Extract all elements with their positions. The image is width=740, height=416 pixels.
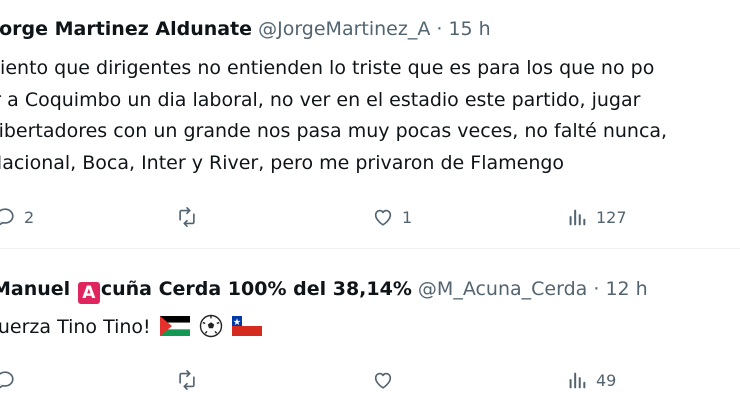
tweet-header: Jorge Martinez Aldunate @JorgeMartinez_A… [0,17,491,41]
like-button[interactable] [372,365,402,395]
tweet-text-line: Siento que dirigentes no entienden lo tr… [0,57,655,79]
handle[interactable]: @M_Acuna_Cerda [418,278,587,300]
action-bar: 2 1 127 [0,202,740,232]
views-count: 127 [596,207,627,227]
like-icon [374,372,392,389]
tweet-text-line: Libertadores con un grande nos pasa muy … [0,120,668,142]
tweet-text: Siento que dirigentes no entienden lo tr… [0,53,667,179]
reply-icon [0,208,14,226]
reply-count: 2 [24,207,35,227]
like-count: 1 [402,207,413,227]
timestamp[interactable]: 15 h [448,18,490,40]
tweet-1[interactable]: Jorge Martinez Aldunate @JorgeMartinez_A… [0,0,740,248]
display-name-part: Manuel [0,278,71,300]
tweet-text-line: Nacional, Boca, Inter y River, pero me p… [0,151,565,174]
timestamp[interactable]: 12 h [605,278,647,300]
tweet-text-line: Fuerza Tino Tino! [0,316,151,338]
views-icon [569,372,586,389]
display-name[interactable]: Manuel Acuña Cerda 100% del 38,14% [0,278,412,304]
tweet-2[interactable]: Manuel Acuña Cerda 100% del 38,14% @M_Ac… [0,249,740,416]
views-count: 49 [596,370,617,390]
views-icon [569,209,586,226]
tweet-text-line: ir a Coquimbo un dia laboral, no ver en … [0,88,641,111]
reply-button[interactable] [0,365,24,395]
chile-flag-icon [231,316,262,336]
display-name-part: cuña Cerda 100% del 38,14% [100,278,412,300]
views-button[interactable]: 127 [566,202,627,232]
letter-a-badge-icon: A [77,282,100,304]
retweet-icon [179,207,195,227]
palestine-flag-icon [159,316,190,336]
separator-dot: · [593,278,600,300]
tweet-header: Manuel Acuña Cerda 100% del 38,14% @M_Ac… [0,277,648,304]
like-icon [374,209,392,226]
handle[interactable]: @JorgeMartinez_A [258,18,430,40]
display-name[interactable]: Jorge Martinez Aldunate [0,18,252,40]
tweet-text: Fuerza Tino Tino! [0,312,262,344]
retweet-button[interactable] [176,202,206,232]
action-bar: 49 [0,365,740,395]
soccer-ball-icon [199,314,222,338]
retweet-icon [179,370,195,390]
like-button[interactable]: 1 [372,202,412,232]
reply-button[interactable]: 2 [0,202,34,232]
separator-dot: · [436,18,443,40]
retweet-button[interactable] [176,365,206,395]
views-button[interactable]: 49 [566,365,616,395]
reply-icon [0,371,14,389]
